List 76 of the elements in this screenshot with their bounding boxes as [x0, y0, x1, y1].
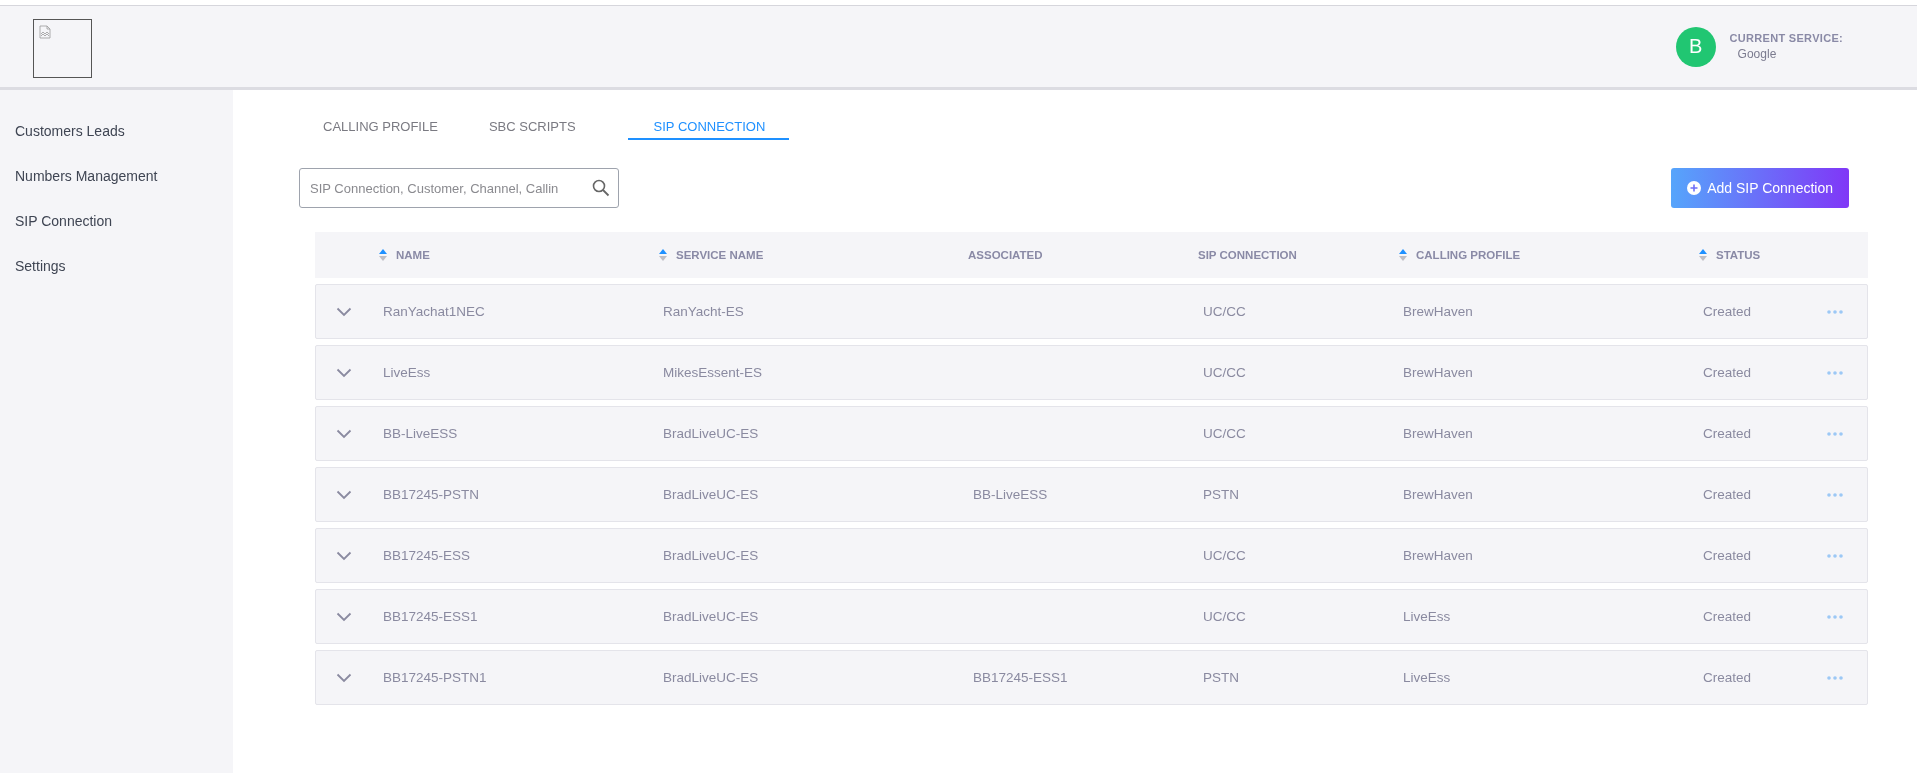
table-cell-text: BB17245-ESS1: [972, 670, 1069, 685]
search-field[interactable]: SIP Connection, Customer, Channel, Callin: [299, 168, 619, 208]
sort-icon[interactable]: [1698, 248, 1708, 262]
table-cell-text: MikesEssent-ES: [662, 365, 764, 380]
column-header[interactable]: SERVICE NAME: [658, 248, 764, 262]
table-cell-text: Created: [1702, 548, 1753, 563]
chevron-down-icon[interactable]: [336, 367, 352, 378]
table-cell-text: Created: [1702, 609, 1753, 624]
sort-icon[interactable]: [378, 248, 388, 262]
chevron-down-icon[interactable]: [336, 672, 352, 683]
sort-icon[interactable]: [1398, 248, 1408, 262]
user-avatar[interactable]: B: [1675, 26, 1716, 67]
more-options-icon[interactable]: [1827, 553, 1843, 558]
table-cell-text: Created: [1702, 365, 1753, 380]
table-cell-text: BB17245-ESS1: [382, 609, 479, 624]
chevron-down-icon[interactable]: [336, 428, 352, 439]
table-cell-text: BB-LiveESS: [972, 487, 1049, 502]
tab[interactable]: CALLING PROFILE: [323, 102, 489, 140]
table-cell-text: UC/CC: [1202, 548, 1247, 563]
sidebar-item[interactable]: Settings: [0, 243, 233, 288]
table-cell-text: BradLiveUC-ES: [662, 609, 760, 624]
search-icon[interactable]: [592, 179, 610, 197]
table-cell-text: BrewHaven: [1402, 365, 1474, 380]
sort-icon[interactable]: [658, 248, 668, 262]
table-cell-text: Created: [1702, 426, 1753, 441]
table-cell-text: BrewHaven: [1402, 548, 1474, 563]
column-header: ASSOCIATED: [968, 249, 1043, 261]
table-cell-text: UC/CC: [1202, 609, 1247, 624]
column-header[interactable]: STATUS: [1698, 248, 1761, 262]
broken-image-icon: [39, 25, 51, 39]
table-cell-text: RanYachat1NEC: [382, 304, 486, 319]
current-service-name: Google: [1737, 47, 1778, 61]
sidebar-item[interactable]: Numbers Management: [0, 153, 233, 198]
table-cell-text: BB-LiveESS: [382, 426, 459, 441]
chevron-down-icon[interactable]: [336, 489, 352, 500]
chevron-down-icon[interactable]: [336, 550, 352, 561]
table-cell-text: BrewHaven: [1402, 426, 1474, 441]
chevron-down-icon[interactable]: [336, 306, 352, 317]
chevron-down-icon[interactable]: [336, 611, 352, 622]
tab[interactable]: SIP CONNECTION: [627, 102, 790, 140]
table-cell-text: BrewHaven: [1402, 304, 1474, 319]
column-header[interactable]: NAME: [378, 248, 430, 262]
table-cell-text: LiveEss: [382, 365, 432, 380]
column-header: SIP CONNECTION: [1198, 249, 1297, 261]
table-cell-text: BB17245-ESS: [382, 548, 472, 563]
table-cell-text: Created: [1702, 670, 1753, 685]
plus-circle-icon: [1687, 181, 1702, 195]
more-options-icon[interactable]: [1827, 675, 1843, 680]
more-options-icon[interactable]: [1827, 309, 1843, 314]
table-cell-text: Created: [1702, 487, 1753, 502]
table-cell-text: LiveEss: [1402, 609, 1452, 624]
sidebar-item[interactable]: SIP Connection: [0, 198, 233, 243]
table-cell-text: BradLiveUC-ES: [662, 426, 760, 441]
table-cell-text: BrewHaven: [1402, 487, 1474, 502]
table-cell-text: UC/CC: [1202, 365, 1247, 380]
more-options-icon[interactable]: [1827, 431, 1843, 436]
table-cell-text: Created: [1702, 304, 1753, 319]
table-cell-text: BradLiveUC-ES: [662, 548, 760, 563]
table-cell-text: PSTN: [1202, 670, 1240, 685]
sidebar-item[interactable]: Customers Leads: [0, 108, 233, 153]
table-cell-text: BB17245-PSTN: [382, 487, 481, 502]
more-options-icon[interactable]: [1827, 614, 1843, 619]
current-service-label: CURRENT SERVICE:: [1729, 32, 1843, 44]
table-cell-text: UC/CC: [1202, 426, 1247, 441]
table-cell-text: RanYacht-ES: [662, 304, 745, 319]
table-cell-text: BradLiveUC-ES: [662, 670, 760, 685]
more-options-icon[interactable]: [1827, 370, 1843, 375]
table-cell-text: UC/CC: [1202, 304, 1247, 319]
table-cell-text: BradLiveUC-ES: [662, 487, 760, 502]
table-cell-text: BB17245-PSTN1: [382, 670, 488, 685]
column-header[interactable]: CALLING PROFILE: [1398, 248, 1521, 262]
add-sip-connection-button[interactable]: Add SIP Connection: [1671, 168, 1849, 208]
more-options-icon[interactable]: [1827, 492, 1843, 497]
table-cell-text: PSTN: [1202, 487, 1240, 502]
tab[interactable]: SBC SCRIPTS: [488, 102, 628, 140]
table-cell-text: LiveEss: [1402, 670, 1452, 685]
